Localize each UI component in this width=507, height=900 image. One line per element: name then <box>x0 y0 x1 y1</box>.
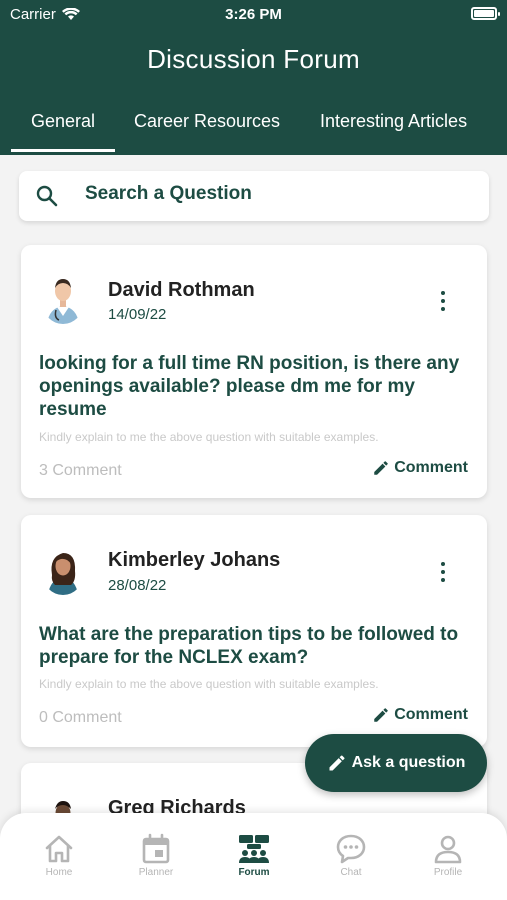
more-options-icon[interactable] <box>439 562 447 582</box>
pencil-icon <box>374 708 388 722</box>
post-date: 28/08/22 <box>108 577 167 594</box>
home-icon <box>45 835 73 863</box>
profile-icon <box>434 835 462 864</box>
more-options-icon[interactable] <box>439 291 447 311</box>
nav-item-planner[interactable]: Planner <box>126 833 186 878</box>
clock: 3:26 PM <box>225 6 282 23</box>
post-hint: Kindly explain to me the above question … <box>39 677 379 691</box>
post-question: looking for a full time RN position, is … <box>39 353 460 420</box>
nav-item-chat[interactable]: Chat <box>321 833 381 878</box>
search-icon <box>36 185 58 207</box>
post-author: Kimberley Johans <box>108 549 281 571</box>
comment-label: Comment <box>394 706 468 723</box>
nav-item-profile[interactable]: Profile <box>418 833 478 878</box>
post-card[interactable]: Kimberley Johans 28/08/22 What are the p… <box>21 515 487 747</box>
post-hint: Kindly explain to me the above question … <box>39 430 379 444</box>
tab-general[interactable]: General <box>10 111 116 152</box>
nav-label-home: Home <box>45 867 73 878</box>
nav-item-forum[interactable]: Forum <box>224 833 284 878</box>
page-title: Discussion Forum <box>147 44 360 74</box>
forum-icon <box>239 835 269 863</box>
nav-label-chat: Chat <box>340 867 362 878</box>
status-bar: Carrier 3:26 PM <box>0 0 507 30</box>
post-question: What are the preparation tips to be foll… <box>39 624 459 668</box>
post-author: David Rothman <box>108 279 255 301</box>
header: Carrier 3:26 PM Discussion Forum General… <box>0 0 507 155</box>
nav-label-planner: Planner <box>138 867 174 878</box>
comment-button[interactable]: Comment <box>372 706 468 724</box>
avatar <box>43 274 83 324</box>
pencil-icon <box>374 461 388 475</box>
nav-label-profile: Profile <box>433 867 463 878</box>
search-bar[interactable]: Search a Question <box>19 171 489 221</box>
nav-label-forum: Forum <box>238 867 270 878</box>
comment-button[interactable]: Comment <box>372 459 468 477</box>
bottom-nav: Home Planner Forum Chat Profile <box>0 813 507 900</box>
calendar-icon <box>142 833 170 864</box>
pencil-icon <box>329 755 345 771</box>
ask-question-label: Ask a question <box>351 754 466 771</box>
comment-label: Comment <box>394 459 468 476</box>
comment-count[interactable]: 3 Comment <box>39 462 122 480</box>
search-input[interactable]: Search a Question <box>85 183 252 205</box>
tab-career-resources[interactable]: Career Resources <box>134 111 280 132</box>
post-card[interactable]: David Rothman 14/09/22 looking for a ful… <box>21 245 487 498</box>
post-date: 14/09/22 <box>108 306 167 323</box>
tab-bar: General Career Resources Interesting Art… <box>0 108 507 155</box>
comment-count[interactable]: 0 Comment <box>39 709 122 727</box>
chat-icon <box>336 834 366 864</box>
nav-item-home[interactable]: Home <box>29 833 89 878</box>
tab-interesting-articles[interactable]: Interesting Articles <box>320 111 467 132</box>
battery-icon <box>471 7 500 20</box>
ask-question-button[interactable]: Ask a question <box>305 734 487 792</box>
avatar <box>43 545 83 595</box>
